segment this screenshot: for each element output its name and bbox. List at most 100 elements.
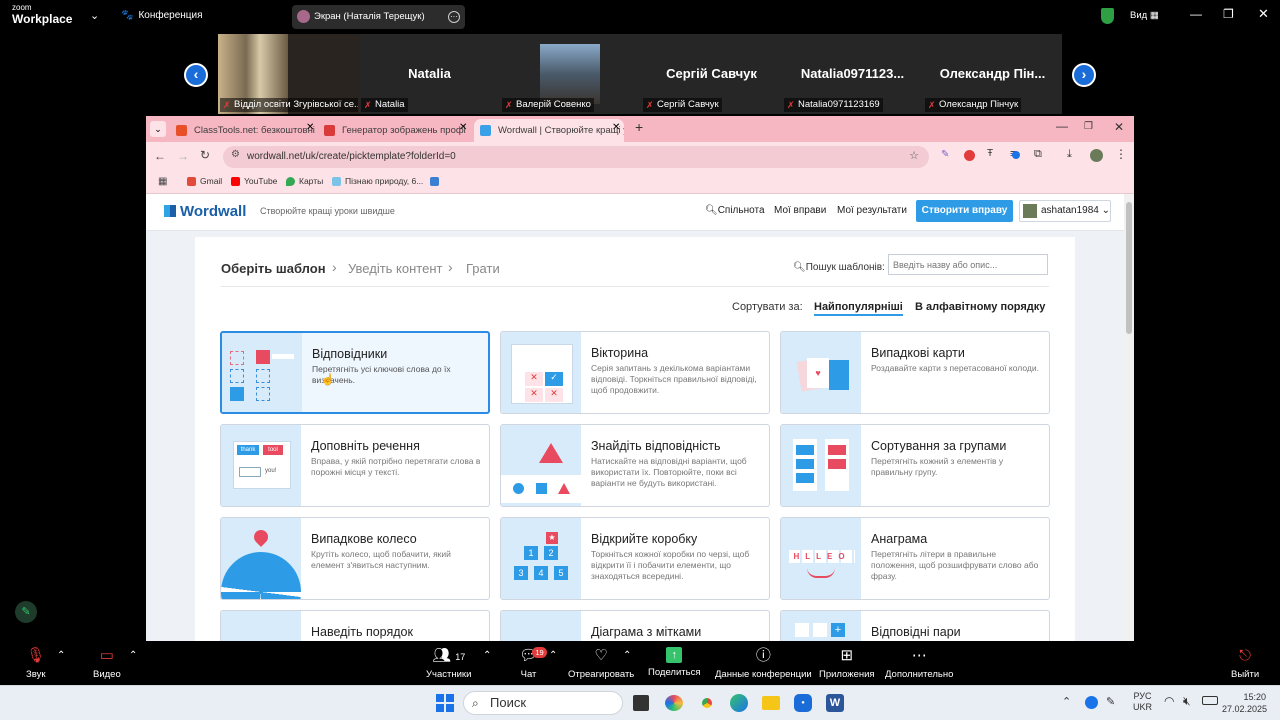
forward-icon[interactable]: → (177, 149, 189, 163)
minimize-icon[interactable]: — (1190, 7, 1202, 21)
translate-icon[interactable]: Ŧ (987, 148, 993, 159)
close-icon[interactable]: ✕ (1114, 120, 1124, 134)
chevron-up-icon[interactable]: ⌃ (623, 650, 631, 661)
new-tab-icon[interactable]: + (635, 119, 643, 135)
create-activity-button[interactable]: Створити вправу (916, 200, 1013, 222)
reload-icon[interactable]: ↻ (200, 148, 210, 162)
chevron-up-icon[interactable]: ⌃ (57, 650, 65, 661)
next-page-icon[interactable]: › (1072, 63, 1096, 87)
share-button[interactable]: ↑ Поделиться (648, 647, 700, 678)
back-icon[interactable]: ← (154, 149, 166, 163)
minimize-icon[interactable]: — (1056, 119, 1068, 133)
clock[interactable]: 15:20 27.02.2025 (1222, 691, 1267, 715)
restore-icon[interactable]: ❐ (1223, 7, 1234, 21)
meeting-title[interactable]: 🐾 Конференция (121, 10, 203, 21)
browser-tab-active[interactable]: Wordwall | Створюйте кращі у... (474, 119, 624, 142)
profile-avatar[interactable] (1090, 149, 1103, 162)
close-tab-icon[interactable]: ✕ (459, 122, 467, 133)
template-card-open-box[interactable]: ★ 1 2 3 4 5 Відкрийте коробку Торкніться… (500, 517, 770, 600)
apps-grid-icon[interactable]: ▦ (158, 176, 167, 187)
audio-button[interactable]: 🎙︎ Звук (26, 647, 45, 680)
battery-icon[interactable] (1202, 696, 1218, 705)
file-explorer-icon[interactable] (762, 696, 780, 710)
participant-tile[interactable]: Сергій Савчук ✗ Сергій Савчук (641, 34, 782, 114)
url-field[interactable]: ⚙ wordwall.net/uk/create/picktemplate?fo… (223, 146, 929, 168)
template-card-labelled-diagram[interactable]: Діаграма з мітками (500, 610, 770, 641)
chevron-up-icon[interactable]: ⌃ (129, 650, 137, 661)
taskbar-search[interactable]: ⌕ Поиск (463, 691, 623, 715)
close-icon[interactable]: ✕ (1258, 6, 1269, 22)
meeting-info-button[interactable]: ⓘ Данные конференции (715, 647, 812, 680)
template-card-find-match[interactable]: Знайдіть відповідність Натискайте на від… (500, 424, 770, 507)
search-templates-input[interactable] (888, 254, 1048, 275)
bookmark-gmail[interactable]: Gmail (187, 176, 222, 186)
site-info-icon[interactable]: ⚙ (231, 149, 240, 160)
close-tab-icon[interactable]: ✕ (306, 122, 314, 133)
word-icon[interactable]: W (826, 694, 844, 712)
tray-app-icon[interactable] (1085, 696, 1098, 709)
template-card-random-wheel[interactable]: Випадкове колесо Крутіть колесо, щоб поб… (220, 517, 490, 600)
annotate-pencil-icon[interactable]: ✎ (15, 601, 37, 623)
shield-icon[interactable] (1101, 8, 1114, 24)
restore-icon[interactable]: ❐ (1084, 121, 1093, 132)
page-scrollbar[interactable] (1124, 194, 1134, 641)
adblock-icon[interactable] (964, 150, 975, 161)
task-view-icon[interactable] (633, 695, 649, 711)
close-tab-icon[interactable]: ✕ (612, 122, 620, 133)
bookmark-youtube[interactable]: YouTube (231, 176, 277, 186)
pen-tray-icon[interactable]: ✎ (1106, 695, 1115, 708)
bookmark-star-icon[interactable]: ☆ (909, 149, 919, 162)
sort-alphabetical-tab[interactable]: В алфавітному порядку (915, 301, 1045, 313)
chevron-up-icon[interactable]: ⌃ (483, 650, 491, 661)
template-card-group-sort[interactable]: Сортування за групами Перетягніть кожний… (780, 424, 1050, 507)
my-activities-link[interactable]: Мої вправи (774, 205, 826, 216)
chevron-up-icon[interactable]: ⌃ (549, 650, 557, 661)
participant-tile[interactable]: Natalia ✗ Natalia (359, 34, 500, 114)
template-card-matching-pairs[interactable]: + Відповідні пари (780, 610, 1050, 641)
share-indicator[interactable]: Экран (Наталія Терещук) ··· (292, 5, 465, 29)
browser-tab[interactable]: ClassTools.net: безкоштовні ін... (170, 119, 318, 142)
template-card-anagram[interactable]: HLLEO Анаграма Перетягніть літери в прав… (780, 517, 1050, 600)
edge-icon[interactable] (730, 694, 748, 712)
sort-popular-tab[interactable]: Найпопулярніші (814, 301, 903, 316)
video-button[interactable]: ▭ Видео (93, 647, 121, 680)
volume-muted-icon[interactable]: 🔇︎ (1183, 694, 1191, 709)
prev-page-icon[interactable]: ‹ (184, 63, 208, 87)
chrome-icon[interactable] (698, 694, 716, 712)
participant-tile[interactable]: ✗ Валерій Совенко (500, 34, 641, 114)
participant-tile[interactable]: Natalia0971123... ✗ Natalia0971123169 (782, 34, 923, 114)
scrollbar-thumb[interactable] (1126, 202, 1132, 334)
more-icon[interactable]: ··· (448, 11, 460, 23)
view-button[interactable]: Вид ▦ (1130, 10, 1159, 21)
wordwall-logo[interactable]: Wordwall (164, 203, 246, 220)
tray-chevron-icon[interactable]: ⌃ (1062, 695, 1071, 708)
extension-icon[interactable] (1012, 151, 1020, 159)
template-card-random-cards[interactable]: ♥ Випадкові карти Роздавайте карти з пер… (780, 331, 1050, 414)
wifi-icon[interactable]: ◠ (1164, 694, 1174, 708)
leave-button[interactable]: ⎋ Выйти (1231, 647, 1259, 680)
template-card-rank-order[interactable]: Наведіть порядок (220, 610, 490, 641)
language-indicator[interactable]: РУС UKR (1133, 691, 1152, 713)
windows-start-icon[interactable] (436, 694, 454, 712)
bookmark-maps[interactable]: Карты (286, 176, 323, 186)
apps-button[interactable]: ⊞ Приложения (819, 647, 875, 680)
template-card-match-up[interactable]: Відповідники Перетягніть усі ключові сло… (220, 331, 490, 414)
chevron-down-icon[interactable]: ⌄ (90, 9, 99, 22)
bookmark-nature[interactable]: Пізнаю природу, 6... (332, 176, 423, 186)
copilot-icon[interactable] (665, 695, 683, 711)
tab-list-icon[interactable]: ⌄ (150, 121, 166, 137)
pen-extension-icon[interactable]: ✎ (941, 149, 949, 160)
more-button[interactable]: ⋯ Дополнительно (885, 647, 953, 680)
zoom-app-icon[interactable]: ● (794, 694, 812, 712)
browser-tab[interactable]: Генератор зображень профіл... (318, 119, 466, 142)
menu-icon[interactable]: ⋮ (1115, 147, 1127, 161)
download-icon[interactable]: ⤓ (1067, 148, 1072, 161)
participant-tile[interactable]: Олександр Пін... ✗ Олександр Пінчук (923, 34, 1062, 114)
user-menu[interactable]: ashatan1984 ⌄ (1019, 200, 1111, 222)
puzzle-icon[interactable]: ⧉ (1034, 148, 1042, 161)
participant-tile[interactable]: ✗ Відділ освіти Згурівської се... (218, 34, 359, 114)
community-link[interactable]: 🔍︎Спільнота (705, 205, 765, 216)
template-card-quiz[interactable]: ✕ ✓ ✕ ✕ Вікторина Серія запитань з декіл… (500, 331, 770, 414)
template-card-complete-sentence[interactable]: thank tool you! Доповніть речення Вправа… (220, 424, 490, 507)
my-results-link[interactable]: Мої результати (837, 205, 907, 216)
